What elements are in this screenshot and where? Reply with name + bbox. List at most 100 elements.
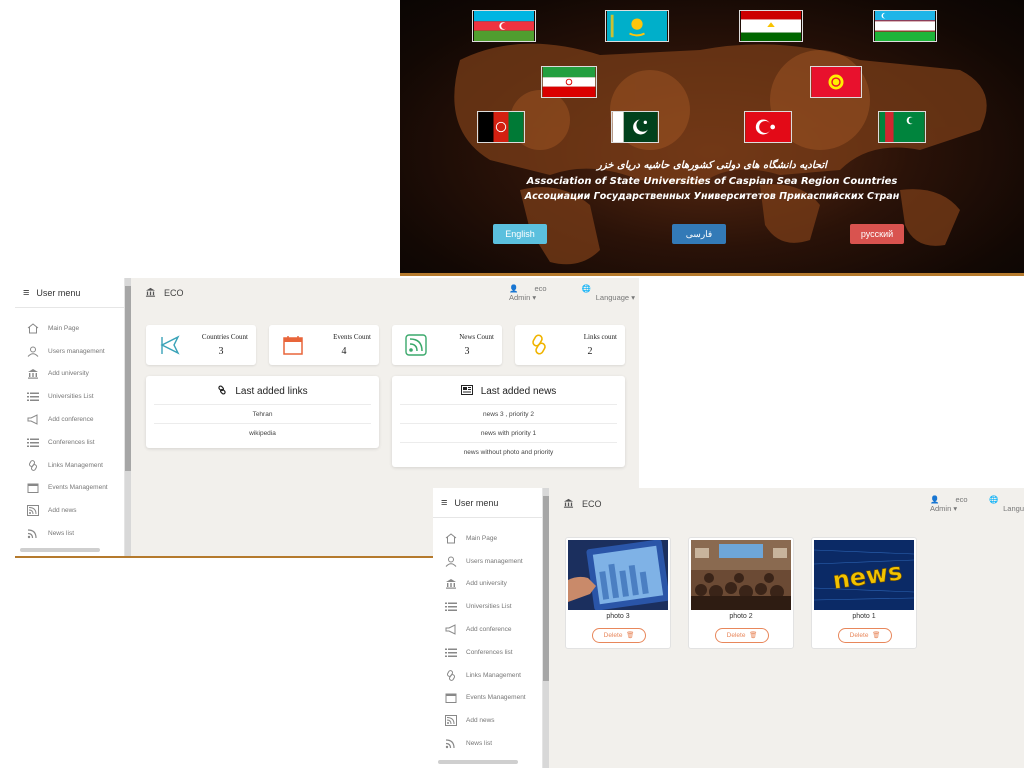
stat-value: 2 xyxy=(587,346,593,357)
stat-label: Events Count xyxy=(333,333,371,341)
link-row[interactable]: wikipedia xyxy=(154,423,371,442)
home-icon xyxy=(26,322,40,334)
sidebar-item-label: News list xyxy=(466,740,493,748)
sidebar-item-add-conference[interactable]: Add conference xyxy=(15,408,124,431)
language-label: Langu xyxy=(1003,504,1024,513)
news-row[interactable]: news with priority 1 xyxy=(400,423,617,442)
link-row[interactable]: Tehran xyxy=(154,404,371,423)
stat-label: Countries Count xyxy=(201,333,248,341)
card-title: Last added links xyxy=(146,376,379,404)
photo-caption: photo 2 xyxy=(729,613,753,620)
bank-icon xyxy=(26,368,40,380)
delete-button[interactable]: Delete 🗑 xyxy=(838,628,892,643)
persian-button[interactable]: فارسی xyxy=(672,224,726,244)
sidebar-item-label: Add conference xyxy=(48,416,94,424)
photo-caption: photo 3 xyxy=(606,613,630,620)
user-menu-header[interactable]: ≡ User menu xyxy=(15,278,124,308)
list-icon xyxy=(444,646,458,658)
sidebar-item-label: Conferences list xyxy=(48,438,95,446)
conference-image xyxy=(691,540,791,610)
sidebar-item-conferences-list[interactable]: Conferences list xyxy=(433,641,542,664)
sidebar-item-users-management[interactable]: Users management xyxy=(15,340,124,363)
top-bar: ECO xyxy=(563,489,602,519)
last-added-news-card: Last added news news 3 , priority 2 news… xyxy=(392,376,625,467)
rss-icon xyxy=(444,738,458,750)
user-icon xyxy=(26,345,40,357)
iran-flag xyxy=(541,66,597,98)
sidebar-item-news-list[interactable]: News list xyxy=(433,732,542,755)
links-count-card: Links count 2 xyxy=(515,325,625,365)
sidebar-item-universities-list[interactable]: Universities List xyxy=(433,595,542,618)
english-button[interactable]: English xyxy=(493,224,547,244)
sidebar-item-add-news[interactable]: Add news xyxy=(433,709,542,732)
sidebar-item-events-management[interactable]: Events Management xyxy=(15,477,124,500)
sidebar-item-links-management[interactable]: Links Management xyxy=(15,454,124,477)
user-name: eco Admin xyxy=(509,284,547,302)
sidebar-scrollbar-thumb[interactable] xyxy=(543,496,549,681)
tajikistan-flag xyxy=(739,10,803,42)
brand-title[interactable]: ECO xyxy=(164,288,184,298)
turkey-flag xyxy=(744,111,792,143)
user-menu-title: User menu xyxy=(454,497,499,508)
sidebar-item-label: Main Page xyxy=(466,534,498,542)
sidebar-item-news-list[interactable]: News list xyxy=(15,522,124,545)
sidebar-item-add-news[interactable]: Add news xyxy=(15,499,124,522)
trash-icon: 🗑 xyxy=(626,632,635,639)
sidebar-item-label: Conferences list xyxy=(466,648,513,656)
sidebar-item-universities-list[interactable]: Universities List xyxy=(15,385,124,408)
last-added-links-card: Last added links Tehran wikipedia xyxy=(146,376,379,448)
sidebar-item-main-page[interactable]: Main Page xyxy=(433,527,542,550)
sidebar-item-main-page[interactable]: Main Page xyxy=(15,317,124,340)
user-menu-header[interactable]: ≡ User menu xyxy=(433,488,542,518)
delete-button[interactable]: Delete 🗑 xyxy=(715,628,769,643)
sidebar-scrollbar-thumb[interactable] xyxy=(125,286,131,471)
news-row[interactable]: news 3 , priority 2 xyxy=(400,404,617,423)
sidebar-item-users-management[interactable]: Users management xyxy=(433,550,542,573)
photo-card: news photo 1 Delete 🗑 xyxy=(811,537,917,649)
delete-button[interactable]: Delete 🗑 xyxy=(592,628,646,643)
sidebar-item-add-university[interactable]: Add university xyxy=(433,573,542,596)
newspaper-icon xyxy=(460,385,473,398)
events-count-card: Events Count 4 xyxy=(269,325,379,365)
calendar-icon xyxy=(444,692,458,704)
sidebar-item-label: Events Management xyxy=(466,694,526,702)
sidebar-item-label: Add news xyxy=(466,717,495,725)
trash-icon: 🗑 xyxy=(749,632,758,639)
rss-icon xyxy=(405,334,427,356)
flag-icon xyxy=(159,334,181,356)
sidebar-scrollbar[interactable] xyxy=(125,278,131,558)
user-dropdown[interactable]: 👤 eco Admin ▾ xyxy=(509,284,568,302)
bank-icon xyxy=(563,498,574,510)
news-row[interactable]: news without photo and priority xyxy=(400,442,617,461)
stat-value: 3 xyxy=(464,346,470,357)
sidebar-item-label: Add news xyxy=(48,507,77,515)
language-dropdown[interactable]: 🌐 Langu xyxy=(989,495,1024,513)
sidebar-item-add-university[interactable]: Add university xyxy=(15,363,124,386)
hero-title-persian: اتحادیه دانشگاه های دولتی کشورهای حاشیه … xyxy=(597,160,827,171)
russian-button[interactable]: русский xyxy=(850,224,904,244)
kyrgyzstan-flag xyxy=(810,66,862,98)
link-icon xyxy=(217,385,227,398)
user-menu-title: User menu xyxy=(36,287,81,298)
sidebar-item-links-management[interactable]: Links Management xyxy=(433,664,542,687)
user-dropdown[interactable]: 👤 eco Admin ▾ xyxy=(930,495,975,513)
landing-hero: اتحادیه دانشگاه های دولتی کشورهای حاشیه … xyxy=(400,0,1024,276)
sidebar-horizontal-scrollbar[interactable] xyxy=(438,760,518,764)
sidebar-item-label: News list xyxy=(48,530,75,538)
brand-title[interactable]: ECO xyxy=(582,499,602,509)
sidebar-item-conferences-list[interactable]: Conferences list xyxy=(15,431,124,454)
link-icon xyxy=(26,459,40,471)
language-dropdown[interactable]: 🌐 Language ▾ xyxy=(582,284,639,302)
sidebar-horizontal-scrollbar[interactable] xyxy=(20,548,100,552)
calendar-icon xyxy=(282,334,304,356)
delete-label: Delete xyxy=(603,632,623,639)
sidebar-scrollbar[interactable] xyxy=(543,488,549,768)
user-icon xyxy=(444,555,458,567)
sidebar-item-events-management[interactable]: Events Management xyxy=(433,687,542,710)
card-title-text: Last added links xyxy=(235,386,308,398)
tablet-image xyxy=(568,540,668,610)
home-icon xyxy=(444,532,458,544)
card-title: Last added news xyxy=(392,376,625,404)
sidebar-item-add-conference[interactable]: Add conference xyxy=(433,618,542,641)
sidebar-item-label: Events Management xyxy=(48,484,108,492)
